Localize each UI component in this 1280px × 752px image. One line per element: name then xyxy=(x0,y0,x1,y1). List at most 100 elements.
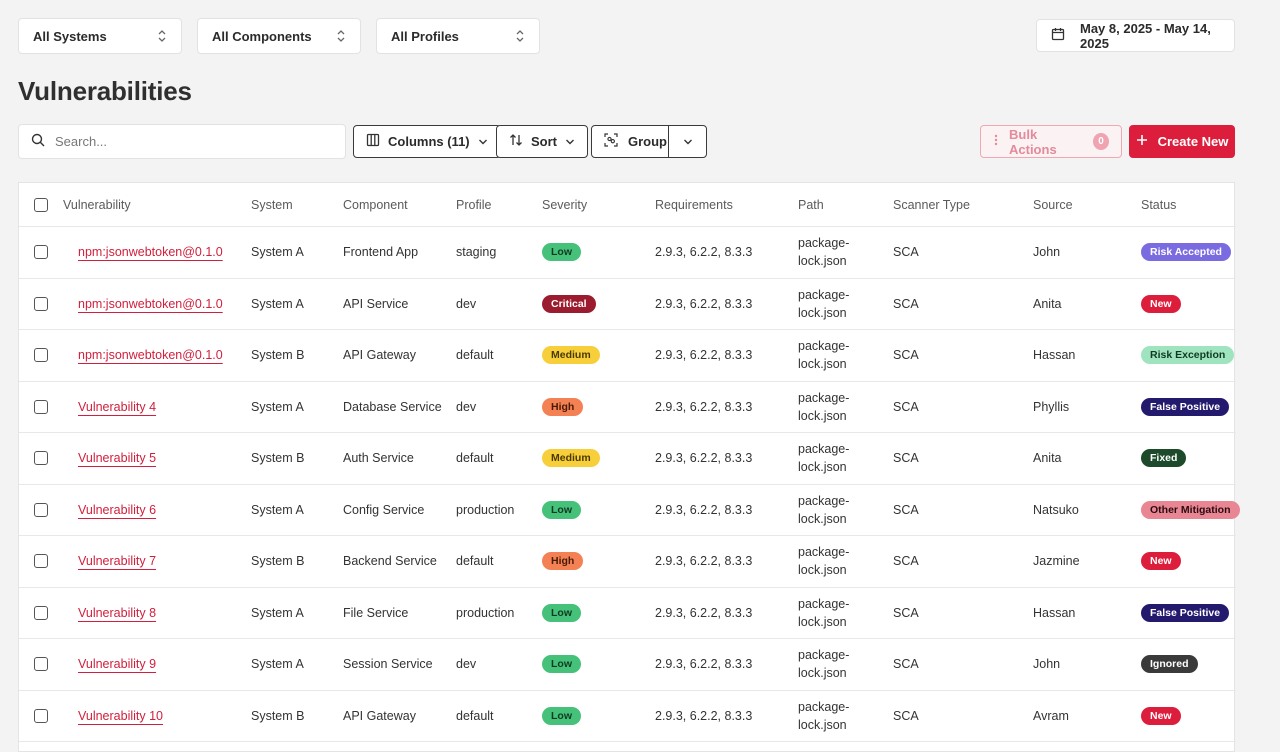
component-cell: API Service xyxy=(343,296,409,311)
row-checkbox[interactable] xyxy=(34,451,48,466)
severity-badge: Low xyxy=(542,500,581,519)
table-row: Vulnerability 8 System A File Service produ… xyxy=(19,588,1236,639)
component-cell: API Gateway xyxy=(343,691,443,742)
profile-filter-label: All Profiles xyxy=(391,28,459,44)
column-header[interactable]: Requirements xyxy=(655,183,733,226)
requirements-cell: 2.9.3, 6.2.2, 8.3.3 xyxy=(655,330,790,381)
component-cell: API Service xyxy=(343,279,443,330)
row-checkbox[interactable] xyxy=(34,605,48,620)
profile-cell: default xyxy=(456,451,494,466)
column-header[interactable]: Scanner Type xyxy=(893,183,970,226)
vulnerability-cell: Vulnerability 6 xyxy=(78,485,248,536)
source-cell: Anita xyxy=(1033,296,1062,311)
profile-cell: production xyxy=(456,485,536,536)
requirements-cell: 2.9.3, 6.2.2, 8.3.3 xyxy=(655,433,790,484)
scanner-type-cell: SCA xyxy=(893,433,993,484)
source-cell: Anita xyxy=(1033,451,1062,466)
bulk-actions-button[interactable]: Bulk Actions 0 xyxy=(980,125,1122,158)
vulnerability-link[interactable]: Vulnerability 4 xyxy=(78,398,156,416)
profile-cell: default xyxy=(456,691,536,742)
component-filter[interactable]: All Components xyxy=(197,18,361,54)
column-header[interactable]: Severity xyxy=(542,183,587,226)
system-filter[interactable]: All Systems xyxy=(18,18,182,54)
column-header[interactable]: Profile xyxy=(456,183,491,226)
requirements-cell: 2.9.3, 6.2.2, 8.3.3 xyxy=(655,657,753,672)
row-checkbox[interactable] xyxy=(34,708,48,723)
system-cell: System A xyxy=(251,227,336,278)
column-header[interactable]: Status xyxy=(1141,183,1176,226)
source-cell: Natsuko xyxy=(1033,485,1133,536)
columns-icon xyxy=(366,133,380,150)
vulnerability-link[interactable]: Vulnerability 10 xyxy=(78,707,163,725)
scanner-type-cell: SCA xyxy=(893,536,993,587)
row-select-cell xyxy=(34,382,48,433)
row-checkbox[interactable] xyxy=(34,657,48,672)
group-dropdown-toggle[interactable] xyxy=(669,126,706,157)
scanner-type-cell: SCA xyxy=(893,348,919,363)
create-new-button[interactable]: Create New xyxy=(1129,125,1235,158)
column-header[interactable]: Source xyxy=(1033,183,1073,226)
row-checkbox[interactable] xyxy=(34,502,48,517)
status-badge: Risk Accepted xyxy=(1141,243,1231,262)
row-checkbox[interactable] xyxy=(34,399,48,414)
requirements-cell: 2.9.3, 6.2.2, 8.3.3 xyxy=(655,245,753,260)
vulnerability-link[interactable]: Vulnerability 5 xyxy=(78,449,156,467)
vulnerability-link[interactable]: Vulnerability 9 xyxy=(78,655,156,673)
table-header-row: Vulnerability System Component Profile S… xyxy=(19,183,1236,227)
group-main-button[interactable]: Group xyxy=(592,126,669,157)
scanner-type-cell: SCA xyxy=(893,245,919,260)
chevron-up-down-icon xyxy=(157,29,167,43)
status-cell: False Positive xyxy=(1141,588,1236,639)
date-range-picker[interactable]: May 8, 2025 - May 14, 2025 xyxy=(1036,19,1235,52)
severity-badge: Medium xyxy=(542,449,600,468)
requirements-cell: 2.9.3, 6.2.2, 8.3.3 xyxy=(655,536,790,587)
search-input[interactable] xyxy=(55,134,315,149)
source-cell: Hassan xyxy=(1033,588,1133,639)
vulnerability-link[interactable]: Vulnerability 6 xyxy=(78,501,156,519)
source-cell: Hassan xyxy=(1033,348,1076,363)
bulk-actions-label: Bulk Actions xyxy=(1009,126,1057,157)
more-vertical-icon xyxy=(993,133,999,150)
profile-cell: default xyxy=(456,708,494,723)
profile-cell: default xyxy=(456,348,494,363)
system-cell: System A xyxy=(251,502,304,517)
status-cell: New xyxy=(1141,279,1236,330)
group-button: Group xyxy=(591,125,707,158)
requirements-cell: 2.9.3, 6.2.2, 8.3.3 xyxy=(655,227,790,278)
vulnerability-link[interactable]: npm:jsonwebtoken@0.1.0 xyxy=(78,346,223,364)
path-cell: package-lock.json xyxy=(798,236,850,269)
vulnerabilities-table: Vulnerability System Component Profile S… xyxy=(18,182,1240,752)
select-all-checkbox[interactable] xyxy=(34,197,48,212)
source-cell: Anita xyxy=(1033,279,1133,330)
column-header[interactable]: System xyxy=(251,183,293,226)
scanner-type-cell: SCA xyxy=(893,227,993,278)
vulnerability-link[interactable]: Vulnerability 7 xyxy=(78,552,156,570)
path-cell: package-lock.json xyxy=(798,639,868,690)
severity-badge: Low xyxy=(542,243,581,262)
vulnerability-link[interactable]: npm:jsonwebtoken@0.1.0 xyxy=(78,295,223,313)
column-header[interactable]: Path xyxy=(798,183,824,226)
vulnerability-link[interactable]: Vulnerability 8 xyxy=(78,604,156,622)
status-badge: False Positive xyxy=(1141,603,1230,622)
profile-cell: production xyxy=(456,502,515,517)
profile-filter[interactable]: All Profiles xyxy=(376,18,540,54)
column-header[interactable]: Component xyxy=(343,183,408,226)
severity-cell: Low xyxy=(542,639,642,690)
search-box xyxy=(18,124,346,159)
column-header[interactable]: Vulnerability xyxy=(63,183,131,226)
profile-cell: dev xyxy=(456,399,477,414)
vulnerability-link[interactable]: npm:jsonwebtoken@0.1.0 xyxy=(78,243,223,261)
status-badge: False Positive xyxy=(1141,397,1230,416)
row-checkbox[interactable] xyxy=(34,245,48,260)
row-checkbox[interactable] xyxy=(34,348,48,363)
columns-button[interactable]: Columns (11) xyxy=(353,125,501,158)
system-cell: System A xyxy=(251,605,304,620)
system-cell: System B xyxy=(251,348,305,363)
row-checkbox[interactable] xyxy=(34,554,48,569)
requirements-cell: 2.9.3, 6.2.2, 8.3.3 xyxy=(655,708,753,723)
row-checkbox[interactable] xyxy=(34,296,48,311)
path-cell: package-lock.json xyxy=(798,227,868,278)
vulnerability-cell: npm:jsonwebtoken@0.1.0 xyxy=(78,279,248,330)
sort-button[interactable]: Sort xyxy=(496,125,588,158)
path-cell: package-lock.json xyxy=(798,442,850,475)
